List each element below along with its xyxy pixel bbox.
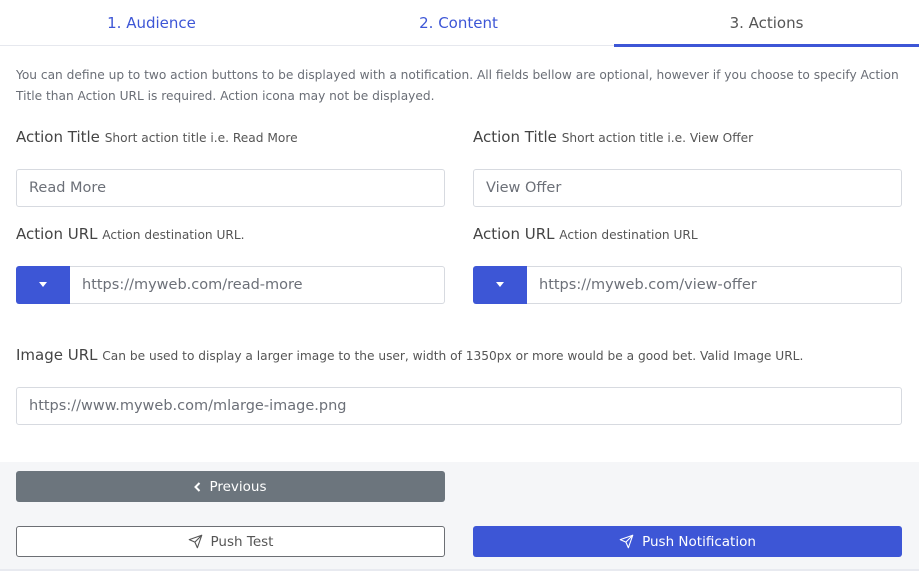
image-url-input[interactable]: https://www.myweb.com/mlarge-image.png (16, 387, 902, 425)
caret-down-icon (39, 281, 47, 287)
tab-label: 3. Actions (729, 14, 804, 32)
label-text: Action URL (473, 225, 555, 243)
active-tab-indicator (614, 44, 919, 47)
action1-title-input[interactable]: Read More (16, 169, 445, 207)
button-label: Push Notification (642, 533, 756, 550)
caret-down-icon (496, 281, 504, 287)
action1-icon-dropdown[interactable] (16, 266, 70, 304)
action2-title-input[interactable]: View Offer (473, 169, 902, 207)
button-label: Push Test (210, 533, 274, 550)
wizard-tabs: 1. Audience 2. Content 3. Actions (0, 0, 919, 47)
action1-url-label: Action URL Action destination URL. (16, 225, 245, 243)
label-hint: Can be used to display a larger image to… (102, 349, 804, 363)
action2-url-input[interactable]: https://myweb.com/view-offer (527, 266, 902, 304)
label-text: Action Title (16, 128, 100, 146)
previous-button[interactable]: Previous (16, 471, 445, 502)
action1-url-input[interactable]: https://myweb.com/read-more (70, 266, 445, 304)
label-hint: Action destination URL. (102, 228, 245, 242)
action1-url-group: https://myweb.com/read-more (16, 266, 445, 304)
label-text: Action URL (16, 225, 98, 243)
action1-title-label: Action Title Short action title i.e. Rea… (16, 128, 298, 146)
push-notification-button[interactable]: Push Notification (473, 526, 902, 557)
label-hint: Short action title i.e. Read More (104, 131, 298, 145)
label-text: Action Title (473, 128, 557, 146)
action2-url-label: Action URL Action destination URL (473, 225, 698, 243)
push-test-button[interactable]: Push Test (16, 526, 445, 557)
action2-url-group: https://myweb.com/view-offer (473, 266, 902, 304)
tab-label: 1. Audience (107, 14, 196, 32)
intro-text: You can define up to two action buttons … (16, 68, 899, 103)
tab-actions[interactable]: 3. Actions (614, 0, 919, 47)
tab-audience[interactable]: 1. Audience (0, 0, 303, 46)
tab-label: 2. Content (419, 14, 498, 32)
send-icon (188, 534, 202, 549)
action2-icon-dropdown[interactable] (473, 266, 527, 304)
send-icon (619, 534, 634, 549)
chevron-left-icon (194, 481, 201, 492)
image-url-label: Image URL Can be used to display a large… (16, 346, 803, 364)
button-label: Previous (209, 478, 267, 495)
label-hint: Action destination URL (559, 228, 698, 242)
tab-content[interactable]: 2. Content (303, 0, 614, 46)
label-hint: Short action title i.e. View Offer (561, 131, 754, 145)
action2-title-label: Action Title Short action title i.e. Vie… (473, 128, 753, 146)
label-text: Image URL (16, 346, 98, 364)
